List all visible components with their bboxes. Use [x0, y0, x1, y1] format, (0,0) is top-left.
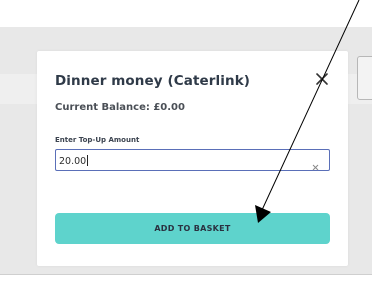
amount-input[interactable]: 20.00	[55, 149, 330, 171]
top-up-modal: Dinner money (Caterlink) Current Balance…	[37, 51, 348, 266]
background-divider	[0, 274, 372, 275]
add-to-basket-button[interactable]: ADD TO BASKET	[55, 213, 330, 244]
current-balance: Current Balance: £0.00	[55, 102, 185, 113]
modal-title: Dinner money (Caterlink)	[55, 73, 251, 89]
close-icon[interactable]	[313, 70, 331, 88]
background-card	[357, 56, 372, 100]
amount-input-value: 20.00	[59, 155, 89, 167]
amount-label: Enter Top-Up Amount	[55, 136, 140, 144]
clear-input-icon[interactable]	[312, 156, 319, 171]
page-header-area	[0, 0, 372, 27]
